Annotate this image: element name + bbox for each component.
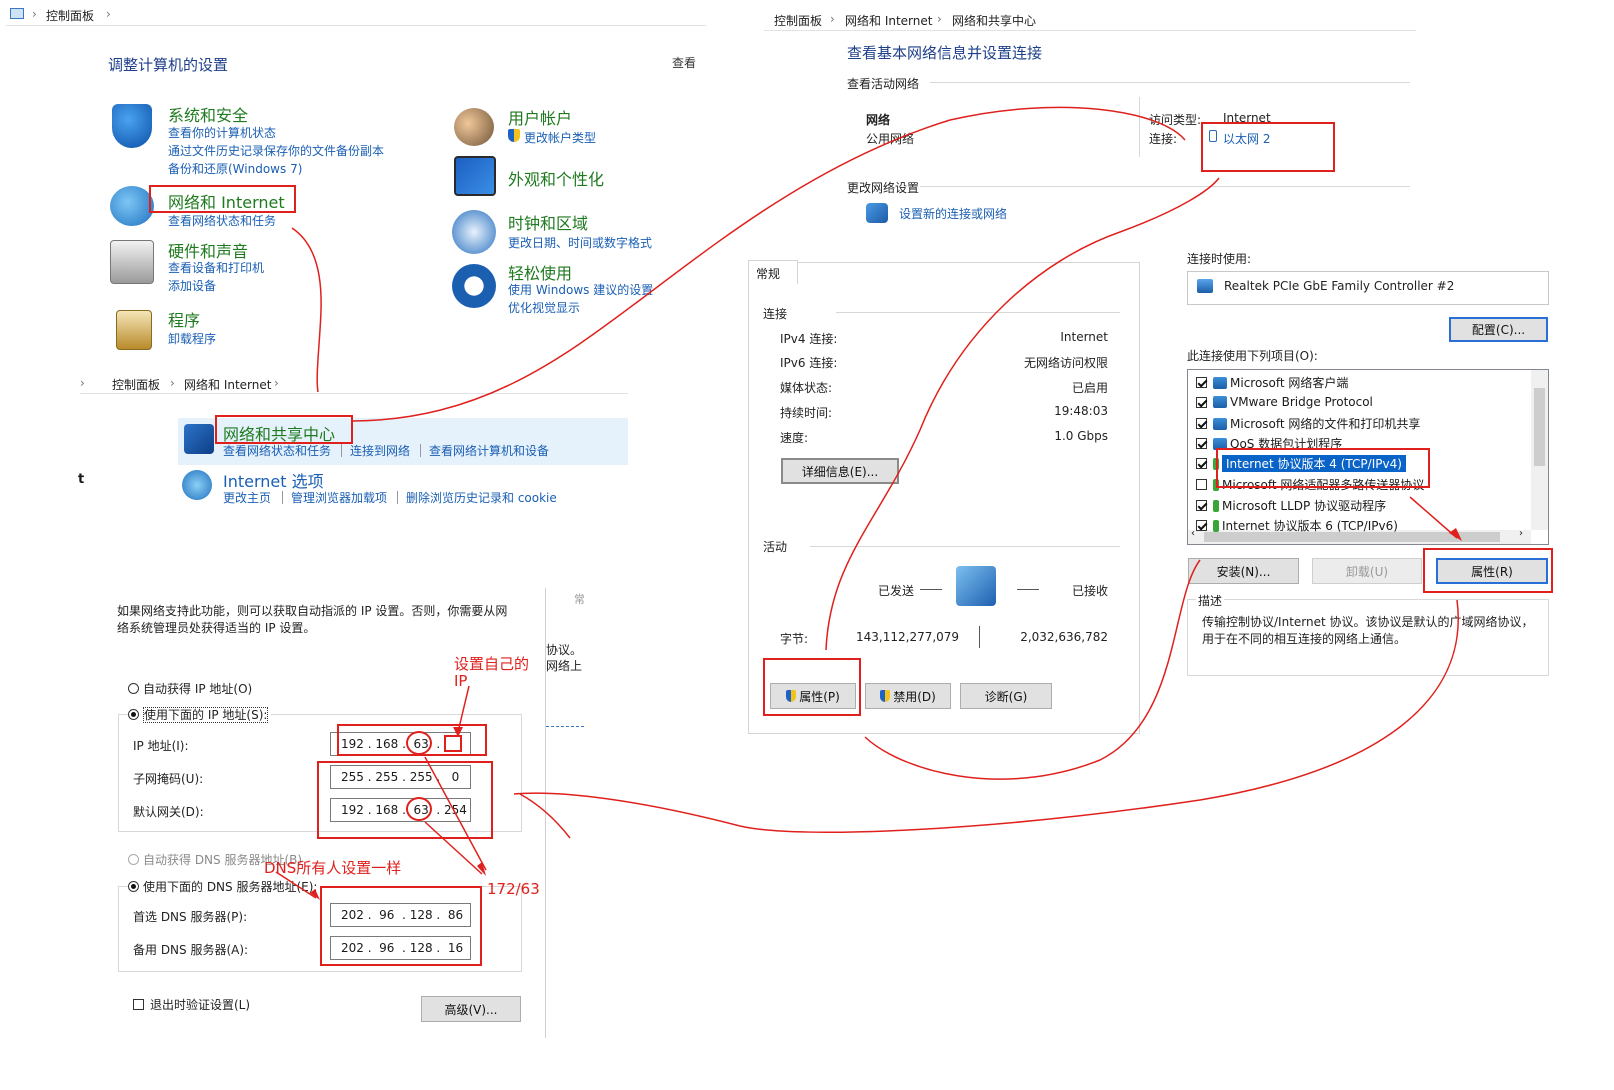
arrow-ipv4-item-to-properties — [1409, 496, 1458, 539]
annotation-arrows — [275, 106, 1462, 900]
arrow-ethernet-to-status — [825, 177, 1220, 651]
arrow-dns-note — [275, 871, 317, 899]
arrow-gateway-b — [424, 756, 487, 871]
arrow-set-ip — [457, 685, 470, 733]
arrow-sharing-to-ethernet — [352, 106, 1186, 422]
arrow-ipv4-hint — [519, 793, 571, 839]
arrowhead-icon — [1449, 528, 1462, 541]
arrow-network-to-sharing — [291, 227, 322, 393]
arrowhead-icon — [453, 727, 463, 737]
arrow-props-to-ipv4 — [513, 599, 1459, 833]
arrow-status-to-props — [864, 559, 1201, 780]
